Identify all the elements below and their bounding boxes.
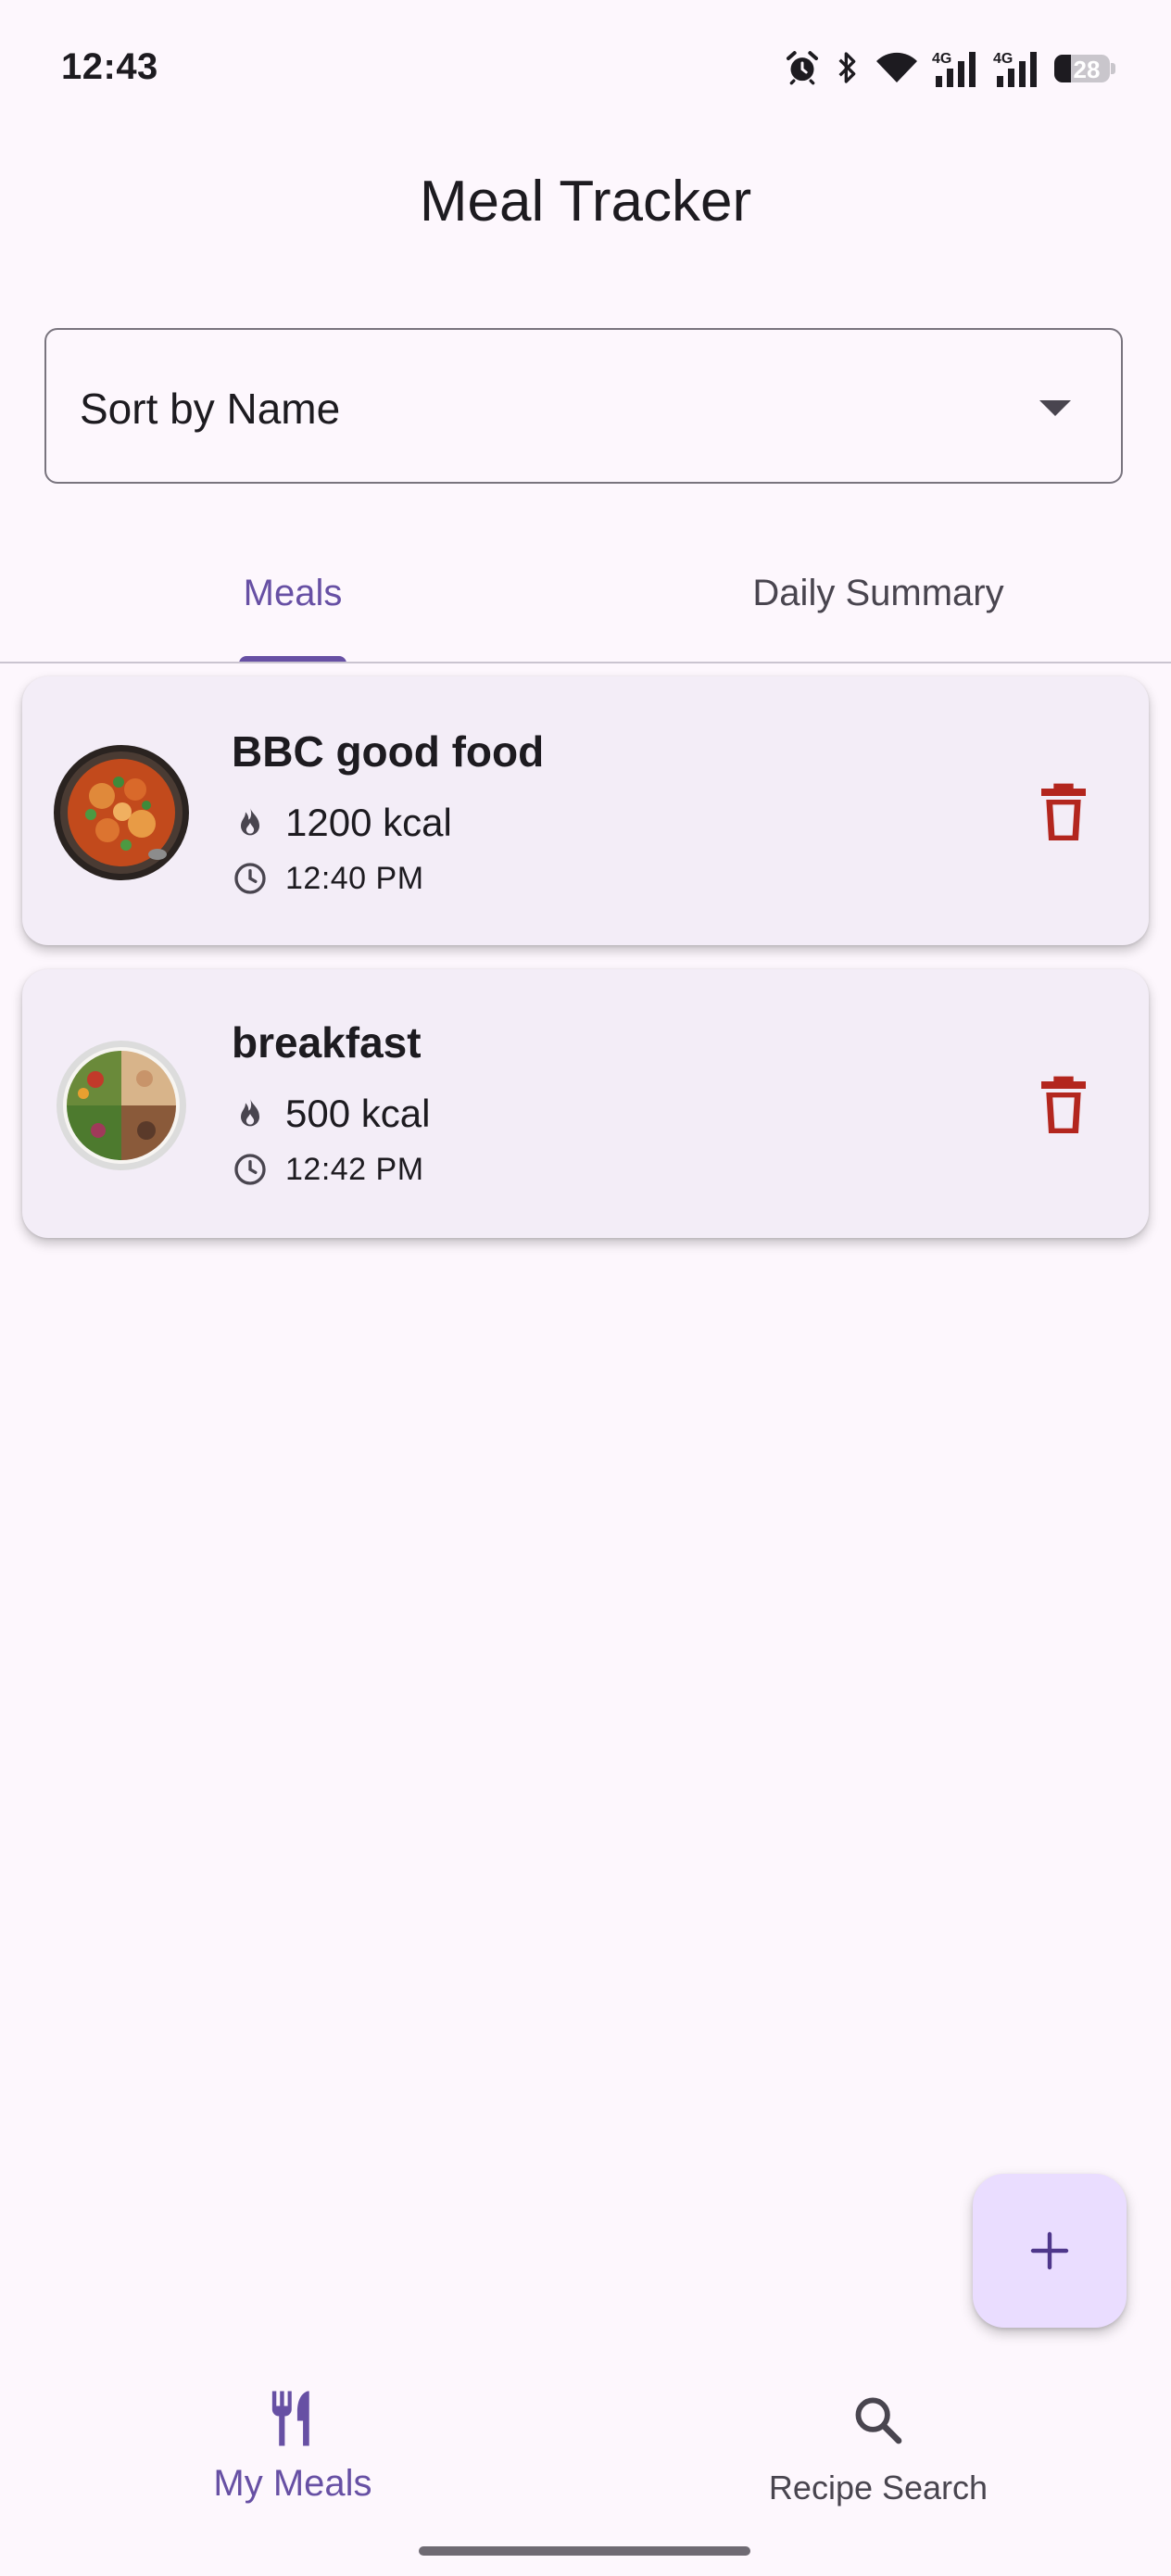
svg-text:4G: 4G [993, 51, 1013, 67]
dropdown-arrow-icon [1039, 400, 1071, 416]
delete-button[interactable] [1034, 1071, 1093, 1136]
meal-card[interactable]: BBC good food 1200 kcal 12:40 PM [22, 676, 1149, 945]
meal-time-row: 12:42 PM [232, 1151, 424, 1188]
meal-image [54, 745, 189, 880]
signal-4g-icon: 4G [932, 51, 976, 87]
delete-button[interactable] [1034, 778, 1093, 843]
status-time: 12:43 [61, 46, 158, 87]
meal-time: 12:40 PM [285, 860, 424, 896]
tab-meals-label: Meals [243, 573, 343, 613]
sort-dropdown[interactable]: Sort by Name [44, 328, 1123, 484]
page-title: Meal Tracker [419, 170, 752, 234]
trash-icon [1041, 783, 1086, 840]
meal-time-row: 12:40 PM [232, 860, 424, 897]
plus-icon [1030, 2231, 1069, 2270]
nav-my-meals[interactable]: My Meals [0, 2370, 586, 2519]
home-gesture-handle[interactable] [419, 2546, 750, 2556]
sort-selected-value: Sort by Name [80, 385, 341, 433]
nav-recipe-search-label: Recipe Search [768, 2469, 988, 2507]
battery-level: 28 [1073, 56, 1101, 83]
search-icon [855, 2397, 902, 2444]
signal-4g-icon: 4G [993, 51, 1037, 87]
meal-name: breakfast [232, 1018, 422, 1067]
bluetooth-icon [838, 52, 856, 83]
meal-name: BBC good food [232, 727, 545, 776]
clock-icon [234, 863, 266, 894]
tab-meals[interactable]: Meals [0, 528, 586, 663]
utensils-icon [271, 2391, 309, 2446]
tab-bar: Meals Daily Summary [0, 528, 1171, 663]
bottom-navigation: My Meals Recipe Search [0, 2370, 1171, 2576]
svg-text:4G: 4G [932, 51, 951, 67]
status-icons: 4G 4G 28 [784, 48, 1115, 87]
meal-calories-row: 500 kcal [232, 1092, 430, 1136]
add-meal-button[interactable] [973, 2174, 1127, 2328]
wifi-icon [876, 52, 917, 82]
tab-daily-summary[interactable]: Daily Summary [586, 528, 1171, 663]
battery-icon: 28 [1054, 51, 1115, 84]
tab-daily-summary-label: Daily Summary [752, 573, 1004, 613]
clock-icon [234, 1154, 266, 1185]
fire-icon [241, 1098, 259, 1127]
meal-image [54, 1038, 189, 1173]
nav-recipe-search[interactable]: Recipe Search [586, 2370, 1171, 2519]
nav-my-meals-label: My Meals [213, 2463, 372, 2504]
fire-icon [241, 807, 259, 836]
meal-time: 12:42 PM [285, 1151, 424, 1187]
tabs-divider [0, 662, 1171, 663]
alarm-icon [787, 51, 818, 85]
meal-calories-row: 1200 kcal [232, 801, 452, 845]
meal-card[interactable]: breakfast 500 kcal 12:42 PM [22, 969, 1149, 1238]
meal-calories: 1200 kcal [285, 801, 452, 844]
meal-calories: 500 kcal [285, 1092, 431, 1135]
trash-icon [1041, 1076, 1086, 1133]
